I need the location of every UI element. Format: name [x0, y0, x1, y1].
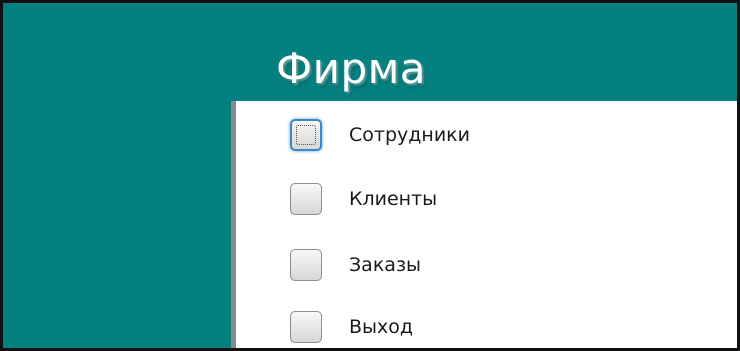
- window-title: Фирма: [276, 44, 427, 93]
- clients-checkbox[interactable]: [290, 183, 322, 215]
- menu-panel: Сотрудники Клиенты Заказы Выход: [231, 101, 737, 348]
- employees-checkbox[interactable]: [290, 119, 322, 151]
- menu-item-clients[interactable]: Клиенты: [290, 179, 437, 219]
- menu-item-exit[interactable]: Выход: [290, 307, 413, 347]
- clients-label[interactable]: Клиенты: [349, 188, 437, 210]
- orders-checkbox[interactable]: [290, 249, 322, 281]
- orders-label[interactable]: Заказы: [349, 254, 421, 276]
- exit-label[interactable]: Выход: [349, 316, 413, 338]
- app-window: Фирма Сотрудники Клиенты Заказы Выход: [0, 0, 740, 351]
- exit-checkbox[interactable]: [290, 311, 322, 343]
- employees-label[interactable]: Сотрудники: [349, 124, 470, 146]
- menu-item-orders[interactable]: Заказы: [290, 245, 421, 285]
- menu-item-employees[interactable]: Сотрудники: [290, 115, 470, 155]
